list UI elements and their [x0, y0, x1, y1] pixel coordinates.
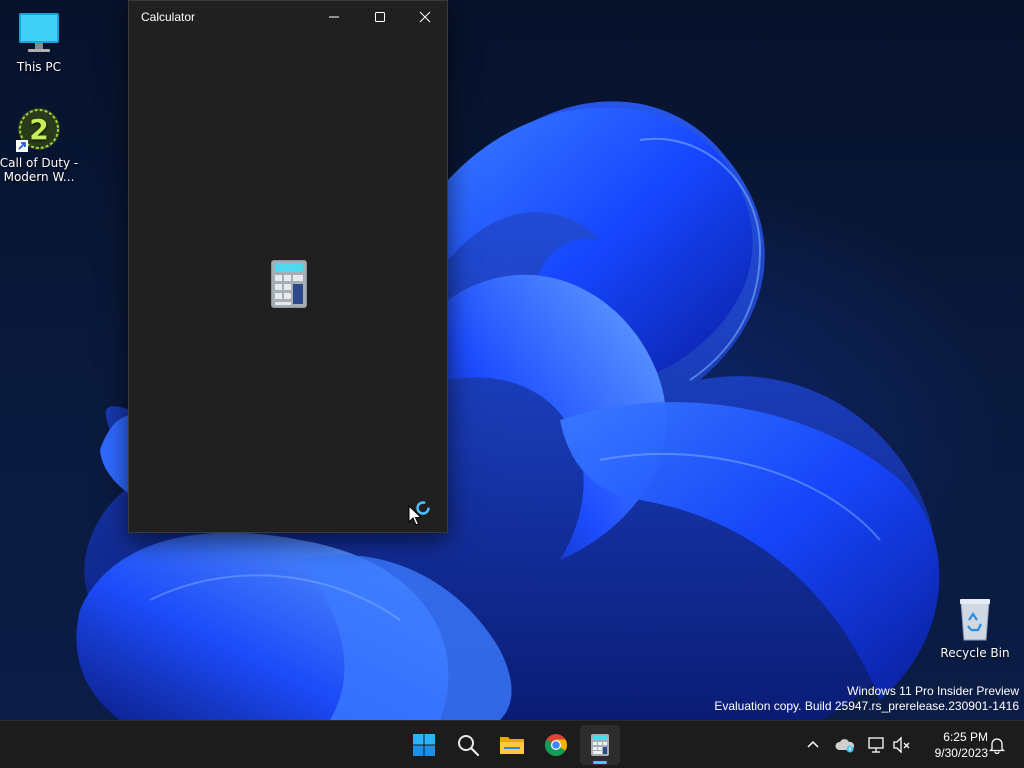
taskbar-search-button[interactable]	[448, 725, 488, 765]
recycle-bin-icon	[951, 596, 999, 644]
taskbar-file-explorer[interactable]	[492, 725, 532, 765]
watermark-build: Evaluation copy. Build 25947.rs_prerelea…	[714, 699, 1019, 713]
volume-muted-icon	[893, 736, 910, 754]
taskbar-chrome[interactable]	[536, 725, 576, 765]
clock-date: 9/30/2023	[934, 746, 988, 760]
game-shortcut-icon: 2	[15, 106, 63, 154]
notification-bell-icon	[988, 738, 1006, 754]
mouse-cursor-icon	[408, 505, 422, 526]
taskbar-calculator[interactable]	[580, 725, 620, 765]
desktop: This PC 2 Call of Duty - Modern W... Rec…	[0, 0, 1024, 720]
taskbar: 6:25 PM 9/30/2023	[0, 720, 1024, 768]
taskbar-clock[interactable]: 6:25 PM 9/30/2023	[916, 729, 988, 761]
tray-onedrive[interactable]	[833, 733, 857, 757]
calculator-window[interactable]: Calculator	[128, 0, 448, 533]
tray-notifications[interactable]	[985, 733, 1009, 757]
folder-icon	[500, 737, 524, 754]
minimize-icon	[329, 16, 339, 18]
active-app-indicator	[593, 761, 607, 764]
chrome-icon	[545, 734, 567, 756]
onedrive-icon	[835, 739, 855, 753]
desktop-icon-recycle-bin[interactable]: Recycle Bin	[935, 596, 1015, 660]
desktop-icon-this-pc[interactable]: This PC	[0, 10, 79, 74]
window-title: Calculator	[141, 10, 196, 24]
watermark-edition: Windows 11 Pro Insider Preview	[847, 684, 1019, 698]
desktop-icon-call-of-duty[interactable]: 2 Call of Duty - Modern W...	[0, 106, 79, 184]
tray-overflow-button[interactable]	[801, 733, 825, 757]
tray-volume[interactable]	[890, 733, 914, 757]
desktop-icon-label: Recycle Bin	[940, 646, 1010, 660]
windows-logo-icon	[413, 734, 435, 756]
tray-network[interactable]	[865, 733, 889, 757]
clock-time: 6:25 PM	[943, 730, 988, 744]
evaluation-watermark: Windows 11 Pro Insider Preview Evaluatio…	[714, 684, 1019, 714]
maximize-button[interactable]	[357, 1, 403, 33]
taskbar-start-button[interactable]	[404, 725, 444, 765]
desktop-icon-label: This PC	[17, 60, 61, 74]
desktop-icon-label: Call of Duty - Modern W...	[0, 156, 79, 184]
chevron-up-icon	[807, 740, 819, 748]
calculator-icon	[591, 734, 609, 756]
search-icon	[458, 735, 480, 757]
svg-text:2: 2	[29, 113, 48, 146]
minimize-button[interactable]	[311, 1, 357, 33]
window-titlebar[interactable]: Calculator	[129, 1, 447, 33]
maximize-icon	[375, 12, 385, 22]
monitor-icon	[15, 10, 63, 58]
close-icon	[419, 11, 431, 23]
close-button[interactable]	[402, 1, 448, 33]
calculator-splash-icon	[271, 260, 307, 308]
network-icon	[868, 737, 884, 753]
